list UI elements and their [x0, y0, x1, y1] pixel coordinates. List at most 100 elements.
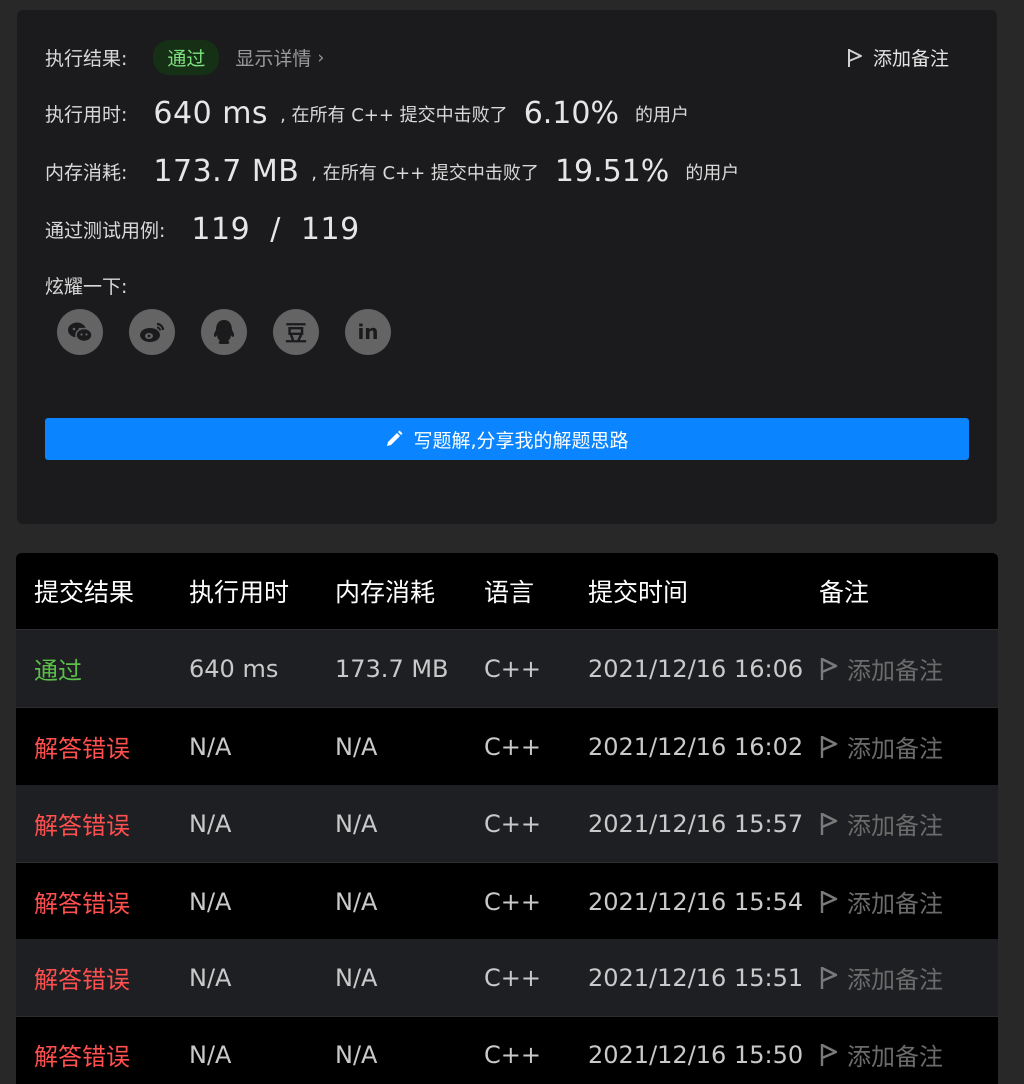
- linkedin-glyph: in: [357, 320, 379, 344]
- memory-value: 173.7 MB: [153, 154, 300, 189]
- row-memory: N/A: [335, 732, 378, 761]
- flag-icon: [820, 1043, 838, 1066]
- memory-percentile: 19.51%: [554, 154, 670, 189]
- testcases-row: 通过测试用例: 119 / 119: [45, 212, 360, 247]
- add-note-label: 添加备注: [872, 48, 949, 70]
- row-memory: N/A: [335, 963, 378, 992]
- row-note-label: 添加备注: [847, 812, 943, 840]
- row-add-note-button[interactable]: 添加备注: [819, 630, 943, 707]
- runtime-value: 640 ms: [153, 96, 269, 131]
- row-submit-time: 2021/12/16 15:51: [588, 963, 804, 992]
- row-add-note-button[interactable]: 添加备注: [819, 1016, 943, 1084]
- row-runtime: N/A: [189, 963, 232, 992]
- row-memory: N/A: [335, 887, 378, 916]
- row-status[interactable]: 解答错误: [34, 785, 130, 862]
- result-label: 执行结果:: [45, 48, 128, 70]
- share-label-row: 炫耀一下:: [45, 272, 127, 299]
- row-runtime: N/A: [189, 809, 232, 838]
- linkedin-icon[interactable]: in: [345, 309, 391, 355]
- runtime-suffix: 的用户: [635, 104, 689, 126]
- flag-icon: [820, 657, 838, 680]
- show-details-label: 显示详情: [235, 48, 312, 70]
- runtime-beat-text: , 在所有 C++ 提交中击败了: [280, 104, 508, 126]
- row-language: C++: [484, 1040, 541, 1069]
- header-language: 语言: [484, 578, 535, 607]
- header-submit-time: 提交时间: [588, 578, 689, 607]
- share-icons: 豆 in: [57, 309, 417, 355]
- row-submit-time: 2021/12/16 16:02: [588, 732, 804, 761]
- show-details-link[interactable]: 显示详情 ›: [235, 44, 324, 71]
- memory-label: 内存消耗:: [45, 162, 128, 184]
- row-note-label: 添加备注: [847, 735, 943, 763]
- table-row[interactable]: 通过 640 ms 173.7 MB C++ 2021/12/16 16:06 …: [16, 630, 998, 708]
- add-note-button[interactable]: 添加备注: [847, 44, 949, 71]
- header-note: 备注: [819, 578, 870, 607]
- submission-result-card: 执行结果: 通过 显示详情 › 添加备注 执行用时: 640 ms , 在所有 …: [17, 10, 997, 524]
- row-status[interactable]: 解答错误: [34, 708, 130, 785]
- header-memory: 内存消耗: [335, 578, 436, 607]
- write-solution-label: 写题解,分享我的解题思路: [413, 429, 629, 452]
- chevron-right-icon: ›: [317, 47, 325, 68]
- table-row[interactable]: 解答错误 N/A N/A C++ 2021/12/16 15:57 添加备注: [16, 785, 998, 863]
- row-language: C++: [484, 963, 541, 992]
- row-submit-time: 2021/12/16 15:50: [588, 1040, 804, 1069]
- memory-row: 内存消耗: 173.7 MB , 在所有 C++ 提交中击败了 19.51% 的…: [45, 154, 739, 189]
- row-language: C++: [484, 887, 541, 916]
- runtime-percentile: 6.10%: [523, 96, 619, 131]
- wechat-icon[interactable]: [57, 309, 103, 355]
- row-note-label: 添加备注: [847, 890, 943, 918]
- row-runtime: 640 ms: [189, 654, 279, 683]
- share-label: 炫耀一下:: [45, 276, 128, 298]
- testcases-label: 通过测试用例:: [45, 220, 166, 242]
- row-memory: N/A: [335, 1040, 378, 1069]
- memory-beat-text: , 在所有 C++ 提交中击败了: [311, 162, 539, 184]
- table-row[interactable]: 解答错误 N/A N/A C++ 2021/12/16 15:54 添加备注: [16, 863, 998, 941]
- status-badge: 通过: [153, 40, 220, 75]
- qq-icon[interactable]: [201, 309, 247, 355]
- douban-glyph: 豆: [284, 322, 307, 347]
- row-language: C++: [484, 732, 541, 761]
- flag-icon: [820, 890, 838, 913]
- row-add-note-button[interactable]: 添加备注: [819, 863, 943, 940]
- flag-icon: [820, 812, 838, 835]
- weibo-icon[interactable]: [129, 309, 175, 355]
- row-memory: N/A: [335, 809, 378, 838]
- result-row: 执行结果: 通过 显示详情 ›: [45, 40, 324, 75]
- write-solution-button[interactable]: 写题解,分享我的解题思路: [45, 418, 969, 460]
- row-status[interactable]: 解答错误: [34, 939, 130, 1016]
- row-runtime: N/A: [189, 887, 232, 916]
- row-status[interactable]: 解答错误: [34, 863, 130, 940]
- flag-icon: [820, 735, 838, 758]
- row-note-label: 添加备注: [847, 1043, 943, 1071]
- memory-suffix: 的用户: [685, 162, 740, 184]
- testcases-value: 119 / 119: [191, 212, 360, 247]
- row-add-note-button[interactable]: 添加备注: [819, 785, 943, 862]
- row-runtime: N/A: [189, 732, 232, 761]
- row-submit-time: 2021/12/16 15:54: [588, 887, 804, 916]
- row-status[interactable]: 解答错误: [34, 1016, 130, 1084]
- table-row[interactable]: 解答错误 N/A N/A C++ 2021/12/16 15:50 添加备注: [16, 1016, 998, 1084]
- submissions-table: 提交结果 执行用时 内存消耗 语言 提交时间 备注 通过 640 ms 173.…: [16, 553, 998, 1084]
- runtime-label: 执行用时:: [45, 104, 128, 126]
- pencil-icon: [387, 430, 403, 446]
- table-row[interactable]: 解答错误 N/A N/A C++ 2021/12/16 15:51 添加备注: [16, 939, 998, 1017]
- header-runtime: 执行用时: [189, 578, 290, 607]
- row-note-label: 添加备注: [847, 966, 943, 994]
- table-row[interactable]: 解答错误 N/A N/A C++ 2021/12/16 16:02 添加备注: [16, 708, 998, 786]
- row-memory: 173.7 MB: [335, 654, 449, 683]
- row-submit-time: 2021/12/16 16:06: [588, 654, 804, 683]
- table-header: 提交结果 执行用时 内存消耗 语言 提交时间 备注: [16, 553, 998, 630]
- flag-icon: [820, 966, 838, 989]
- douban-icon[interactable]: 豆: [273, 309, 319, 355]
- row-submit-time: 2021/12/16 15:57: [588, 809, 804, 838]
- runtime-row: 执行用时: 640 ms , 在所有 C++ 提交中击败了 6.10% 的用户: [45, 96, 689, 131]
- row-status[interactable]: 通过: [34, 630, 82, 707]
- row-note-label: 添加备注: [847, 657, 943, 685]
- header-status: 提交结果: [34, 578, 135, 607]
- row-runtime: N/A: [189, 1040, 232, 1069]
- row-add-note-button[interactable]: 添加备注: [819, 939, 943, 1016]
- row-language: C++: [484, 654, 541, 683]
- row-add-note-button[interactable]: 添加备注: [819, 708, 943, 785]
- row-language: C++: [484, 809, 541, 838]
- flag-icon: [847, 48, 862, 67]
